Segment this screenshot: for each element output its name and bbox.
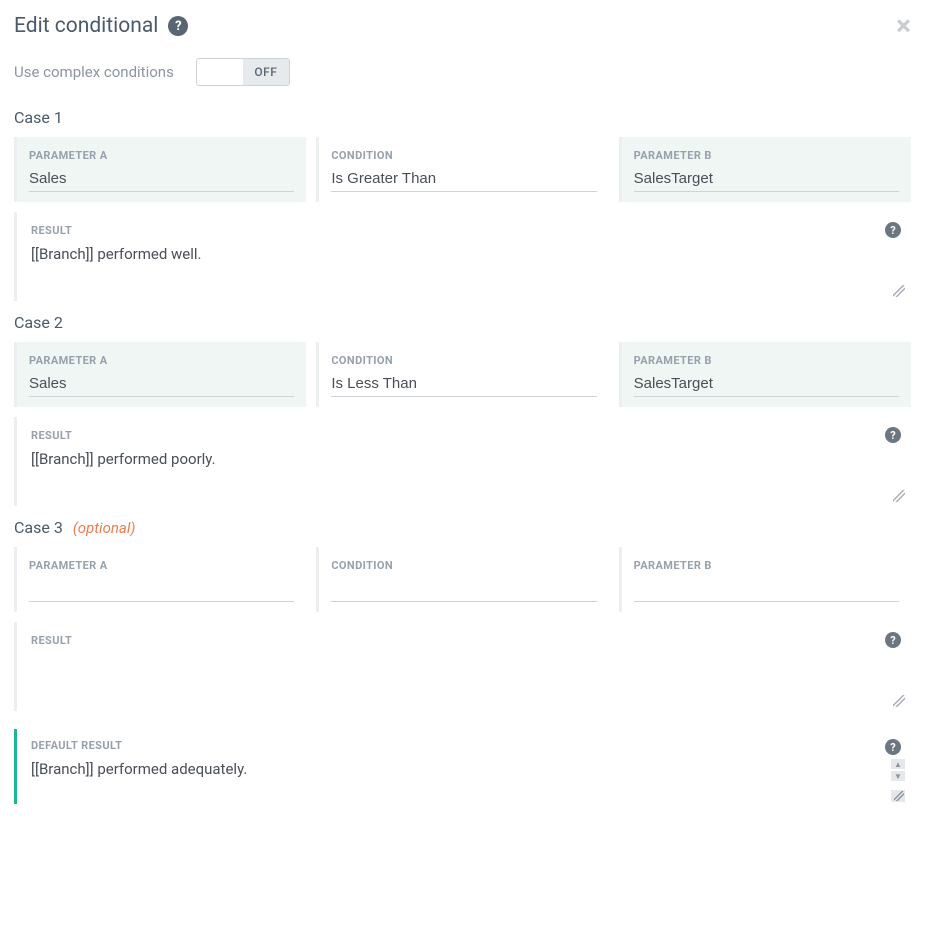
case-2-params: PARAMETER A CONDITION PARAMETER B	[14, 342, 911, 407]
result-label: RESULT	[31, 224, 897, 237]
default-result-label: DEFAULT RESULT	[31, 739, 897, 752]
close-icon[interactable]: ×	[896, 12, 911, 40]
scroll-down-icon[interactable]: ▼	[891, 771, 905, 781]
result-help-icon[interactable]: ?	[885, 739, 901, 755]
toggle-off-half: OFF	[243, 59, 289, 85]
case-2-condition-box: CONDITION	[316, 342, 608, 407]
case-3-condition-box: CONDITION	[316, 547, 608, 612]
condition-label: CONDITION	[331, 354, 596, 367]
result-label: RESULT	[31, 634, 897, 647]
complex-conditions-row: Use complex conditions OFF	[14, 58, 911, 86]
case-1-param-b-box: PARAMETER B	[619, 137, 911, 202]
resize-handle[interactable]	[893, 285, 905, 297]
resize-handle[interactable]	[893, 490, 905, 502]
param-a-label: PARAMETER A	[29, 559, 294, 572]
result-help-icon[interactable]: ?	[885, 427, 901, 443]
case-1-param-b-input[interactable]	[634, 168, 899, 192]
scroll-up-icon[interactable]: ▲	[891, 759, 905, 769]
complex-conditions-label: Use complex conditions	[14, 63, 174, 81]
param-b-label: PARAMETER B	[634, 559, 899, 572]
dialog-header: Edit conditional ? ×	[14, 12, 911, 40]
toggle-on-half	[197, 59, 243, 85]
result-label: RESULT	[31, 429, 897, 442]
case-3-param-b-input[interactable]	[634, 578, 899, 602]
case-2-title: Case 2	[14, 313, 911, 332]
case-1-param-a-input[interactable]	[29, 168, 294, 192]
case-title-text: Case 3	[14, 518, 63, 537]
result-help-icon[interactable]: ?	[885, 222, 901, 238]
resize-handle[interactable]	[891, 790, 905, 802]
case-2-result-box: RESULT ?	[14, 417, 911, 506]
case-2-param-b-input[interactable]	[634, 373, 899, 397]
case-3-condition-input[interactable]	[331, 578, 596, 602]
case-2-result-input[interactable]	[31, 448, 867, 500]
complex-conditions-toggle[interactable]: OFF	[196, 58, 290, 86]
condition-label: CONDITION	[331, 149, 596, 162]
param-b-label: PARAMETER B	[634, 354, 899, 367]
dialog-title: Edit conditional	[14, 14, 158, 38]
case-1-param-a-box: PARAMETER A	[14, 137, 306, 202]
optional-tag: (optional)	[73, 519, 136, 537]
param-b-label: PARAMETER B	[634, 149, 899, 162]
result-help-icon[interactable]: ?	[885, 632, 901, 648]
help-icon[interactable]: ?	[168, 16, 188, 36]
param-a-label: PARAMETER A	[29, 149, 294, 162]
case-1-title: Case 1	[14, 108, 911, 127]
case-3-result-input[interactable]	[31, 653, 867, 705]
param-a-label: PARAMETER A	[29, 354, 294, 367]
case-2-param-b-box: PARAMETER B	[619, 342, 911, 407]
case-1-params: PARAMETER A CONDITION PARAMETER B	[14, 137, 911, 202]
case-3-param-a-input[interactable]	[29, 578, 294, 602]
resize-handle[interactable]	[893, 695, 905, 707]
case-2-condition-input[interactable]	[331, 373, 596, 397]
case-3-param-b-box: PARAMETER B	[619, 547, 911, 612]
case-1-condition-box: CONDITION	[316, 137, 608, 202]
case-3-title: Case 3 (optional)	[14, 518, 911, 537]
case-title-text: Case 2	[14, 313, 63, 332]
case-2-param-a-box: PARAMETER A	[14, 342, 306, 407]
case-3-params: PARAMETER A CONDITION PARAMETER B	[14, 547, 911, 612]
case-title-text: Case 1	[14, 108, 63, 127]
default-result-box: DEFAULT RESULT ? ▲ ▼	[14, 729, 911, 804]
case-3-param-a-box: PARAMETER A	[14, 547, 306, 612]
case-1-result-input[interactable]	[31, 243, 867, 295]
case-1-result-box: RESULT ?	[14, 212, 911, 301]
scroll-arrows: ▲ ▼	[891, 759, 905, 781]
default-result-input[interactable]	[31, 758, 863, 798]
case-3-result-box: RESULT ?	[14, 622, 911, 711]
condition-label: CONDITION	[331, 559, 596, 572]
case-2-param-a-input[interactable]	[29, 373, 294, 397]
case-1-condition-input[interactable]	[331, 168, 596, 192]
